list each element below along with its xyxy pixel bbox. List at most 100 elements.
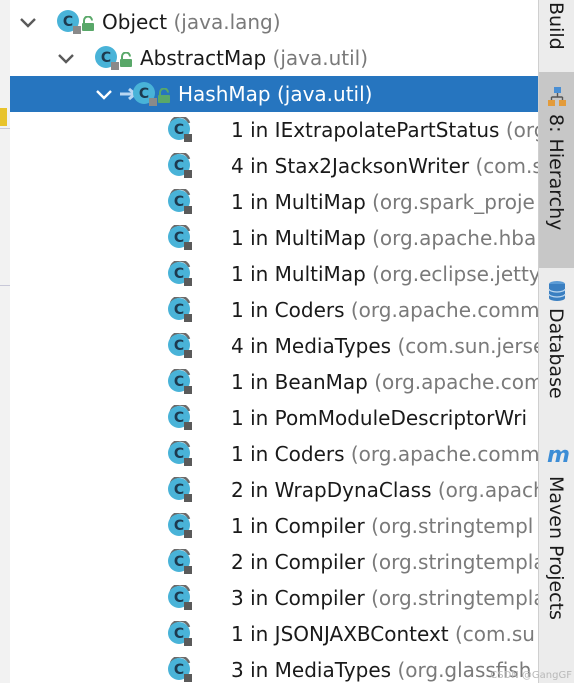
class-name: AbstractMap: [140, 46, 267, 70]
tree-row-label: 1 in BeanMap (org.apache.com: [231, 364, 538, 400]
tree-row-label: 1 in Coders (org.apache.comm: [231, 292, 538, 328]
package-name: (org.eclipse.jetty: [372, 262, 538, 286]
class-icon: C: [57, 10, 81, 34]
right-tool-window-bar: Build 8: Hierarchy Database m Maven Proj…: [538, 0, 574, 683]
svg-text:C: C: [174, 338, 184, 354]
tree-row[interactable]: C 1 in PomModuleDescriptorWri: [10, 400, 538, 436]
chevron-down-icon[interactable]: [94, 84, 114, 104]
svg-text:C: C: [174, 554, 184, 570]
class-icon: C: [168, 153, 192, 178]
svg-text:C: C: [174, 590, 184, 606]
tool-database-label: Database: [545, 308, 567, 399]
tree-row[interactable]: C 1 in Coders (org.apache.comm: [10, 292, 538, 328]
svg-text:C: C: [174, 410, 184, 426]
public-lock-icon: [158, 88, 170, 103]
tree-row-label: 1 in MultiMap (org.spark_proje: [231, 184, 535, 220]
svg-text:C: C: [174, 230, 184, 246]
tool-build-label: Build: [545, 2, 567, 50]
gutter-marker: [0, 108, 7, 126]
tree-row[interactable]: C 1 in Compiler (org.stringtempl: [10, 508, 538, 544]
tool-database-button[interactable]: Database: [539, 278, 574, 406]
tree-row[interactable]: C 1 in JSONJAXBContext (com.su: [10, 616, 538, 652]
class-icon: C: [168, 513, 192, 538]
tree-row[interactable]: C 1 in MultiMap (org.eclipse.jetty: [10, 256, 538, 292]
tree-row[interactable]: C Object (java.lang): [10, 4, 538, 40]
tree-row[interactable]: C 1 in BeanMap (org.apache.com: [10, 364, 538, 400]
public-lock-icon: [82, 16, 94, 31]
class-name: 2 in WrapDynaClass: [231, 478, 432, 502]
class-name: 1 in PomModuleDescriptorWri: [231, 406, 528, 430]
hierarchy-window: C Object (java.lang) C AbstractMap (java.ut…: [0, 0, 574, 683]
package-name: (org.stringtempla: [371, 550, 538, 574]
class-icon: C: [168, 225, 192, 250]
class-name: 3 in MediaTypes: [231, 658, 392, 682]
tree-row-label: 4 in Stax2JacksonWriter (com.s: [231, 148, 538, 184]
tree-row[interactable]: C 3 in Compiler (org.stringtempla: [10, 580, 538, 616]
tree-row[interactable]: C 1 in MultiMap (org.spark_proje: [10, 184, 538, 220]
class-name: 4 in MediaTypes: [231, 334, 392, 358]
svg-text:C: C: [139, 86, 149, 102]
tree-row[interactable]: C 4 in Stax2JacksonWriter (com.s: [10, 148, 538, 184]
package-name: (com.s: [475, 154, 538, 178]
svg-text:C: C: [174, 194, 184, 210]
class-name: 1 in Coders: [231, 442, 345, 466]
tree-row[interactable]: C 2 in WrapDynaClass (org.apach: [10, 472, 538, 508]
tool-maven-button[interactable]: m Maven Projects: [539, 442, 574, 632]
svg-text:C: C: [174, 374, 184, 390]
svg-text:C: C: [174, 518, 184, 534]
tree-row-label: 4 in MediaTypes (com.sun.jerse: [231, 328, 538, 364]
svg-text:C: C: [63, 14, 73, 30]
tree-row-label: 1 in MultiMap (org.apache.hba: [231, 220, 536, 256]
class-icon: C: [168, 369, 192, 394]
tool-build-button[interactable]: Build: [539, 0, 574, 62]
tree-row-label: 1 in JSONJAXBContext (com.su: [231, 616, 535, 652]
class-name: 3 in Compiler: [231, 586, 365, 610]
gutter-divider: [0, 285, 10, 286]
tree-row-selected[interactable]: C HashMap (java.util): [10, 76, 538, 112]
svg-text:C: C: [174, 302, 184, 318]
tree-row-label: 3 in MediaTypes (org.glassfish: [231, 652, 531, 683]
tree-row-label: 1 in MultiMap (org.eclipse.jetty: [231, 256, 538, 292]
tree-row[interactable]: C AbstractMap (java.util): [10, 40, 538, 76]
package-name: (org.stringtempla: [371, 586, 538, 610]
database-icon: [548, 281, 566, 301]
package-name: (org.apache.com: [374, 370, 538, 394]
package-name: (org.spark_proje: [372, 190, 535, 214]
tree-row[interactable]: C 2 in Compiler (org.stringtempla: [10, 544, 538, 580]
package-name: (com.sun.jerse: [397, 334, 538, 358]
class-icon: C: [95, 46, 119, 70]
class-icon: C: [168, 261, 192, 286]
tree-row-label: 1 in PomModuleDescriptorWri: [231, 400, 527, 436]
class-name: 2 in Compiler: [231, 550, 365, 574]
class-name: HashMap: [178, 82, 271, 106]
tree-row[interactable]: C 1 in IExtrapolatePartStatus (org: [10, 112, 538, 148]
class-name: 1 in MultiMap: [231, 190, 366, 214]
chevron-down-icon[interactable]: [18, 12, 38, 32]
svg-text:C: C: [174, 122, 184, 138]
class-name: 1 in BeanMap: [231, 370, 368, 394]
tree-row-label: HashMap (java.util): [178, 76, 372, 112]
package-name: (org.apache.hba: [372, 226, 537, 250]
svg-text:C: C: [174, 158, 184, 174]
class-icon: C: [168, 117, 192, 142]
tree-row[interactable]: C 3 in MediaTypes (org.glassfish: [10, 652, 538, 683]
tree-row[interactable]: C 1 in Coders (org.apache.comm: [10, 436, 538, 472]
tree-row[interactable]: C 1 in MultiMap (org.apache.hba: [10, 220, 538, 256]
chevron-down-icon[interactable]: [56, 48, 76, 68]
class-icon: C: [168, 297, 192, 322]
svg-text:C: C: [174, 662, 184, 678]
tree-row-label: 2 in WrapDynaClass (org.apach: [231, 472, 538, 508]
class-hierarchy-tree[interactable]: C Object (java.lang) C AbstractMap (java.ut…: [10, 0, 538, 683]
hierarchy-icon: [548, 87, 566, 106]
package-name: (java.lang): [173, 10, 281, 34]
watermark: CSDN @GangGF: [490, 670, 572, 681]
tree-row-label: 2 in Compiler (org.stringtempla: [231, 544, 538, 580]
package-name: (org.stringtempl: [371, 514, 534, 538]
package-name: (org.apach: [437, 478, 538, 502]
tree-row[interactable]: C 4 in MediaTypes (com.sun.jerse: [10, 328, 538, 364]
tool-hierarchy-button[interactable]: 8: Hierarchy: [539, 72, 574, 268]
svg-text:C: C: [174, 446, 184, 462]
class-icon: C: [168, 657, 192, 682]
class-icon: C: [168, 189, 192, 214]
tree-row-label: Object (java.lang): [102, 4, 281, 40]
